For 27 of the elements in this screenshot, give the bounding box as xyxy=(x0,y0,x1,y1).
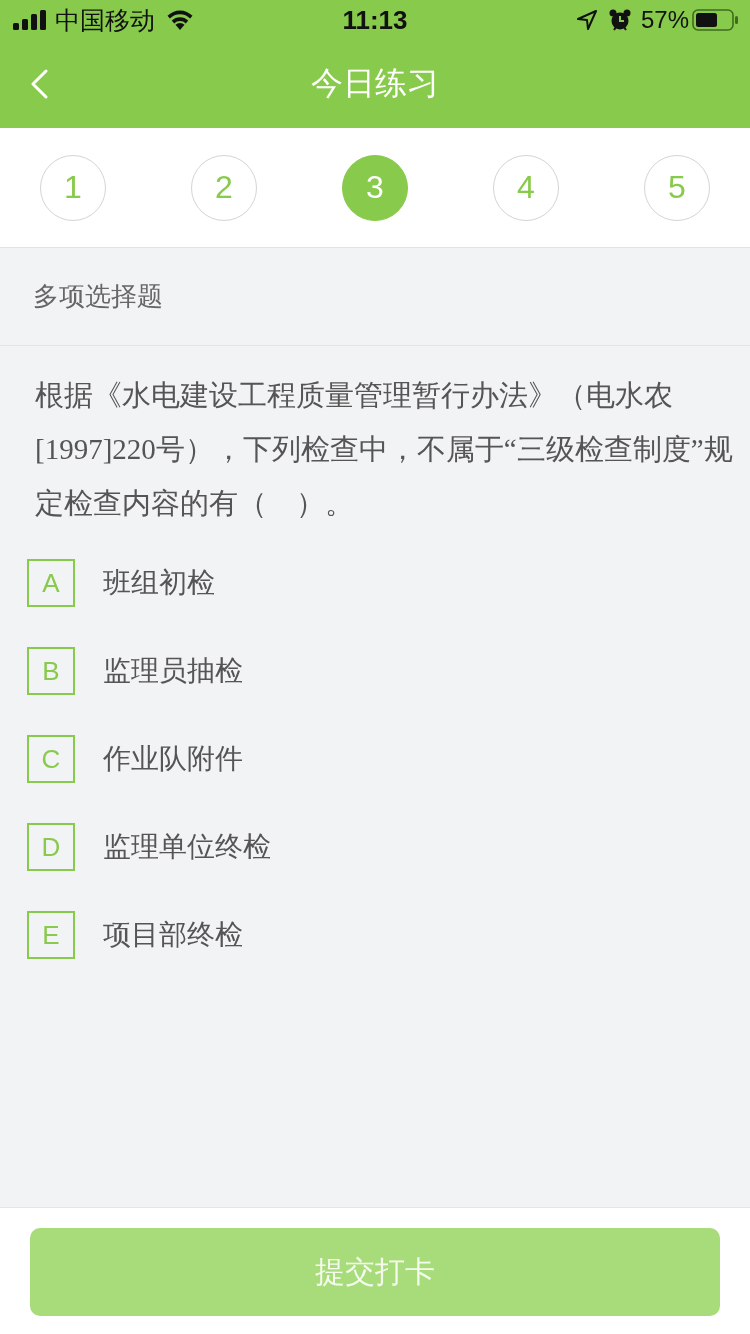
status-time: 11:13 xyxy=(342,4,408,36)
question-number-tab[interactable]: 1 xyxy=(40,154,106,221)
question-text: 根据《水电建设工程质量管理暂行办法》（电水农[1997]220号），下列检查中，不属于“三级检查制度”规定检查内容的有（ ）。 xyxy=(35,378,734,521)
question-number-tab[interactable]: 5 xyxy=(644,154,710,221)
battery-percent: 57% xyxy=(640,6,689,34)
alarm-clock-icon xyxy=(608,9,631,31)
question-number-tab[interactable]: 4 xyxy=(493,154,559,221)
battery-icon xyxy=(692,9,738,31)
option-checkbox[interactable]: E xyxy=(27,911,75,959)
carrier-name: 中国移动 xyxy=(55,4,155,36)
option-checkbox[interactable]: A xyxy=(27,559,75,607)
option-checkbox[interactable]: B xyxy=(27,647,75,695)
option-checkbox[interactable]: C xyxy=(27,735,75,783)
back-chevron-icon xyxy=(30,69,48,99)
question-type-label: 多项选择题 xyxy=(33,280,163,313)
option-text: 班组初检 xyxy=(103,566,215,600)
signal-icon xyxy=(13,10,47,30)
option-text: 监理单位终检 xyxy=(103,830,271,864)
location-arrow-icon xyxy=(576,10,597,30)
option-checkbox[interactable]: D xyxy=(27,823,75,871)
option-text: 作业队附件 xyxy=(103,742,243,776)
option-text: 监理员抽检 xyxy=(103,654,243,688)
page-title: 今日练习 xyxy=(311,64,439,103)
wifi-icon xyxy=(165,10,195,30)
question-number-tab[interactable]: 3 xyxy=(342,154,408,221)
question-number-tab[interactable]: 2 xyxy=(191,154,257,221)
option-text: 项目部终检 xyxy=(103,918,243,952)
